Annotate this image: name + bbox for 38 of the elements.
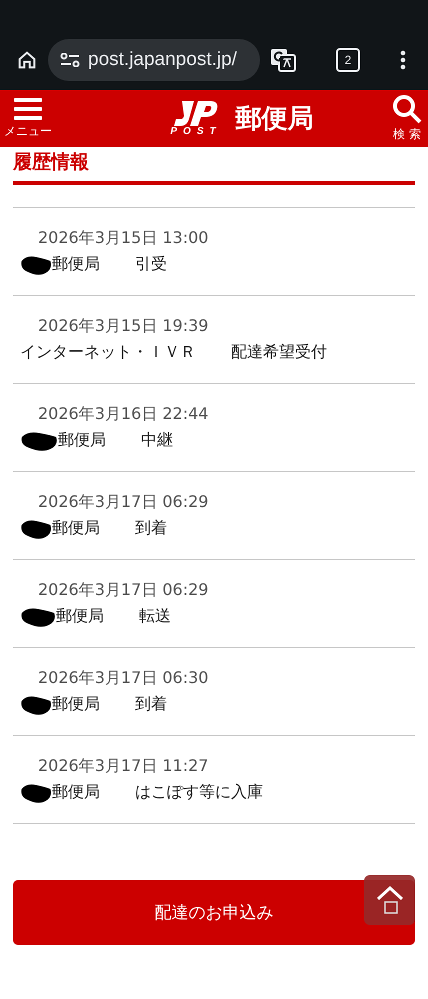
home-icon[interactable] bbox=[16, 49, 38, 71]
chevron-up-icon bbox=[374, 884, 404, 916]
search-label[interactable]: 検 索 bbox=[393, 126, 421, 143]
site-title: 郵便局 bbox=[236, 103, 314, 136]
section-title: 履歴情報 bbox=[13, 147, 415, 185]
search-icon[interactable] bbox=[392, 94, 422, 124]
history-date: 2026年3月16日 22:44 bbox=[37, 404, 210, 425]
history-place: インターネット・ＩＶＲ bbox=[20, 342, 196, 363]
history-status: 転送 bbox=[139, 606, 171, 627]
translate-icon[interactable] bbox=[270, 47, 296, 73]
more-icon[interactable] bbox=[400, 50, 406, 70]
history-status: 配達希望受付 bbox=[231, 342, 327, 363]
history-date: 2026年3月17日 11:27 bbox=[37, 756, 210, 777]
history-date: 2026年3月17日 06:29 bbox=[37, 580, 210, 601]
address-bar[interactable]: post.japanpost.jp/ bbox=[48, 39, 260, 81]
tab-switcher-button[interactable]: 2 bbox=[336, 48, 360, 72]
history-place: 郵便局 bbox=[52, 782, 100, 803]
history-status: はこぽす等に入庫 bbox=[135, 782, 263, 803]
history-date: 2026年3月17日 06:30 bbox=[37, 668, 210, 689]
history-place: 郵便局 bbox=[56, 606, 104, 627]
history-date: 2026年3月17日 06:29 bbox=[37, 492, 210, 513]
logo-text: POST bbox=[170, 126, 222, 136]
history-status: 到着 bbox=[135, 694, 167, 715]
menu-label[interactable]: メニュー bbox=[4, 123, 52, 140]
history-status: 到着 bbox=[135, 518, 167, 539]
history-status: 中継 bbox=[141, 430, 173, 451]
delivery-request-button[interactable]: 配達のお申込み bbox=[13, 880, 415, 945]
history-date: 2026年3月15日 19:39 bbox=[37, 316, 210, 337]
history-place: 郵便局 bbox=[52, 694, 100, 715]
site-settings-icon[interactable] bbox=[60, 53, 80, 67]
history-place: 郵便局 bbox=[58, 430, 106, 451]
scroll-top-button[interactable] bbox=[364, 875, 415, 925]
logo-icon bbox=[174, 100, 218, 126]
menu-icon[interactable] bbox=[14, 97, 42, 121]
history-place: 郵便局 bbox=[52, 254, 100, 275]
history-date: 2026年3月15日 13:00 bbox=[37, 228, 210, 249]
history-place: 郵便局 bbox=[52, 518, 100, 539]
history-status: 引受 bbox=[135, 254, 167, 275]
